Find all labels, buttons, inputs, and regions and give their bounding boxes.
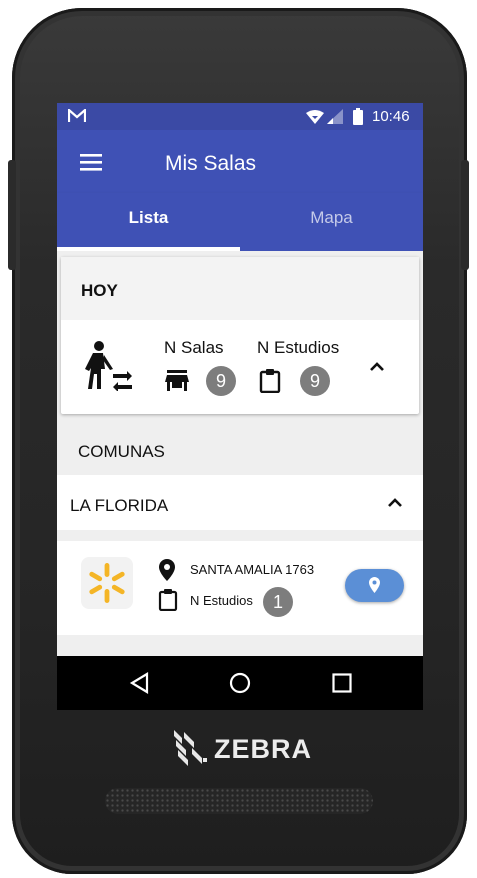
speaker-grille xyxy=(105,788,373,814)
gmail-icon xyxy=(67,107,87,123)
signal-icon xyxy=(327,109,343,124)
summary-title: HOY xyxy=(81,281,118,300)
phone-screen: 10:46 Mis Salas Lista Mapa HOY N Salas 9… xyxy=(57,103,423,710)
zebra-logo-icon xyxy=(172,728,212,772)
tab-bar: Lista Mapa xyxy=(57,193,423,251)
location-pin-icon xyxy=(159,559,175,581)
right-side-button xyxy=(461,160,469,270)
left-side-button xyxy=(8,160,16,270)
device-brand: ZEBRA xyxy=(214,734,312,764)
person-transfer-icon xyxy=(83,341,133,392)
recents-icon[interactable] xyxy=(332,673,352,693)
navigate-location-button[interactable] xyxy=(345,569,404,602)
back-icon[interactable] xyxy=(129,672,149,694)
walmart-spark-logo xyxy=(81,557,133,609)
tab-mapa[interactable]: Mapa xyxy=(240,193,423,251)
hamburger-menu-icon[interactable] xyxy=(80,154,102,171)
store-address: SANTA AMALIA 1763 xyxy=(190,562,315,577)
battery-icon xyxy=(353,108,363,125)
salas-count-badge: 9 xyxy=(206,366,236,396)
salas-label: N Salas xyxy=(164,338,224,357)
summary-card: HOY N Salas 9 N Estudios 9 xyxy=(61,257,419,414)
wifi-icon xyxy=(306,110,324,124)
store-estudios-badge: 1 xyxy=(263,587,293,617)
estudios-count-badge: 9 xyxy=(300,366,330,396)
content-list: HOY N Salas 9 N Estudios 9 COMUNAS LA FL… xyxy=(57,251,423,656)
store-estudios-label: N Estudios xyxy=(190,593,253,608)
store-list-item[interactable]: SANTA AMALIA 1763 N Estudios 1 xyxy=(57,541,423,635)
status-time: 10:46 xyxy=(372,108,410,125)
store-icon xyxy=(165,370,189,392)
home-icon[interactable] xyxy=(229,672,251,694)
comuna-collapse-chevron-icon[interactable] xyxy=(387,495,403,507)
store-clipboard-icon xyxy=(158,588,178,612)
tab-lista[interactable]: Lista xyxy=(57,193,240,251)
app-bar: Mis Salas xyxy=(57,130,423,193)
comuna-header-row[interactable]: LA FLORIDA xyxy=(57,475,423,530)
comuna-name: LA FLORIDA xyxy=(70,496,169,515)
status-bar: 10:46 xyxy=(57,103,423,130)
clipboard-icon xyxy=(259,368,281,394)
estudios-label: N Estudios xyxy=(257,338,340,357)
system-nav-bar xyxy=(57,656,423,710)
page-title: Mis Salas xyxy=(165,152,257,175)
section-title: COMUNAS xyxy=(78,442,165,461)
summary-header: HOY xyxy=(61,257,419,320)
location-button-icon xyxy=(369,577,380,593)
collapse-chevron-icon[interactable] xyxy=(369,359,385,371)
